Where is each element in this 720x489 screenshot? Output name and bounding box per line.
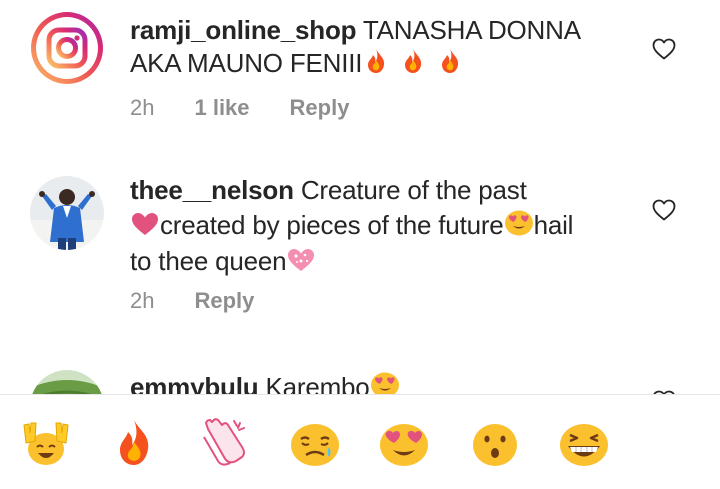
reply-button[interactable]: Reply [290,95,350,121]
fire-icon [399,47,427,83]
reply-button[interactable]: Reply [194,288,254,314]
heart-eyes-face-icon [370,369,400,394]
clapping-hands-icon[interactable] [198,417,250,469]
comment-timestamp: 2h [130,288,155,313]
comment-username[interactable]: thee__nelson [130,175,294,205]
avatar[interactable] [30,176,104,250]
grinning-squinting-face-icon[interactable] [558,417,610,469]
comment-text: Creature of the past [300,175,527,205]
fire-icon[interactable] [108,417,160,469]
avatar[interactable] [30,11,104,85]
comment-likes[interactable]: 1 like [194,95,249,121]
comment-text: to thee queen [130,246,287,276]
fire-icon [436,47,464,83]
heart-icon [130,211,160,245]
comment-username[interactable]: ramji_online_shop [130,15,357,45]
crying-face-icon[interactable] [289,417,341,469]
like-heart-icon[interactable] [652,38,676,60]
instagram-logo-icon [31,12,103,84]
hushed-face-icon[interactable] [469,417,521,469]
heart-eyes-face-icon [504,207,534,245]
user-photo [30,370,104,394]
heart-eyes-face-icon[interactable] [378,417,430,469]
comment-timestamp: 2h [130,95,155,120]
comment-text: created by pieces of the future [160,210,504,240]
comment-text: hail [533,210,574,240]
fire-icon [362,47,390,83]
comment-username[interactable]: emmybulu [130,372,259,394]
sparkling-heart-icon [286,247,316,281]
comment-text: Karembo [265,372,370,394]
comments-list: ramji_online_shop TANASHA DONNA AKA MAUN… [0,0,720,394]
avatar[interactable] [30,370,104,394]
raising-hands-icon[interactable] [20,417,72,469]
emoji-quick-bar [0,395,720,489]
like-heart-icon[interactable] [652,199,676,221]
user-photo [30,176,104,250]
